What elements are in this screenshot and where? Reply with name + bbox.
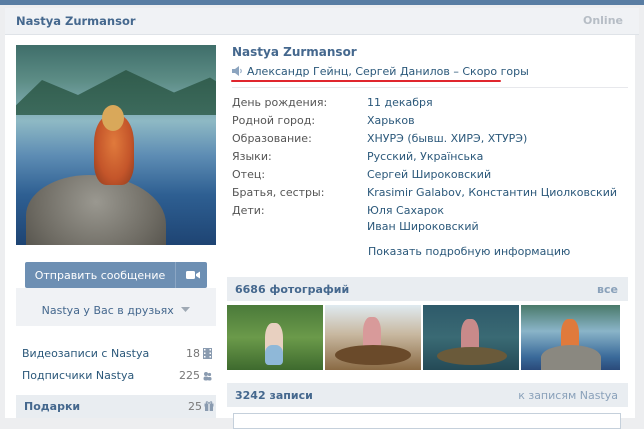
new-post-input[interactable] [233,413,621,429]
posts-title: 3242 записи [235,389,313,402]
birthday-value[interactable]: 11 декабря [367,96,433,109]
send-message-label: Отправить сообщение [34,269,166,282]
speaker-icon [232,66,242,76]
dropdown-arrow-icon [181,307,191,312]
subscribers-label: Подписчики Nastya [22,369,135,382]
gifts-count: 25 [188,400,202,413]
child-value[interactable]: Юля Сахарок [367,204,444,217]
friends-status-label: Nastya у Вас в друзьях [16,304,216,317]
now-playing-text: Александр Гейнц, Сергей Данилов – Скоро … [247,65,529,78]
show-more-info-link[interactable]: Показать подробную информацию [368,245,570,258]
languages-value[interactable]: Русский, Українська [367,150,483,163]
photo-thumbnail[interactable] [521,305,620,370]
video-call-icon[interactable] [185,268,201,282]
info-label: Отец: [232,168,266,181]
button-separator [175,262,176,288]
photo-boat [335,345,411,365]
friends-status-button[interactable]: Nastya у Вас в друзьях [16,288,216,326]
hometown-value[interactable]: Харьков [367,114,415,127]
photos-title: 6686 фотографий [235,283,350,296]
education-value[interactable]: ХНУРЭ (бывш. ХИРЭ, ХТУРЭ) [367,132,527,145]
avatar-rock [26,175,166,245]
info-label: День рождения: [232,96,328,109]
online-status: Online [582,14,623,27]
top-bar [0,0,644,5]
people-icon [203,372,212,381]
to-posts-link[interactable]: к записям Nastya [518,389,618,402]
photo-thumbnail[interactable] [227,305,323,370]
info-divider [232,87,628,88]
subscribers-link[interactable]: Подписчики Nastya 225 [22,369,212,385]
gift-icon [204,401,214,411]
child-value[interactable]: Иван Широковский [367,220,479,233]
info-label: Образование: [232,132,312,145]
info-label: Родной город: [232,114,316,127]
profile-name: Nastya Zurmansor [232,45,357,59]
siblings-value[interactable]: Krasimir Galabov, Константин Циолковский [367,186,617,199]
videos-label: Видеозаписи с Nastya [22,347,150,360]
photo-person-legs [265,345,283,365]
info-label: Дети: [232,204,265,217]
send-message-button[interactable]: Отправить сообщение [25,262,207,288]
now-playing-status[interactable]: Александр Гейнц, Сергей Данилов – Скоро … [232,65,529,78]
title-user-name[interactable]: Nastya Zurmansor [16,14,136,28]
profile-avatar[interactable] [16,45,216,245]
subscribers-count: 225 [179,369,200,382]
father-value[interactable]: Сергей Широковский [367,168,491,181]
info-label: Языки: [232,150,272,163]
avatar-hair [102,105,124,131]
profile-title-bar: Nastya Zurmansor Online [5,8,639,35]
gifts-header[interactable]: Подарки 25 [16,395,216,418]
info-label: Братья, сестры: [232,186,325,199]
photos-all-link[interactable]: все [597,283,618,296]
photo-boat [437,347,507,365]
photo-thumbnail[interactable] [423,305,519,370]
gifts-label: Подарки [24,400,81,413]
photo-thumbnail[interactable] [325,305,421,370]
film-icon [203,348,212,359]
videos-count: 18 [186,347,200,360]
highlight-underline [231,80,501,82]
photos-header[interactable]: 6686 фотографий все [227,277,628,301]
profile-page: Отправить сообщение Nastya у Вас в друзь… [5,35,635,429]
videos-link[interactable]: Видеозаписи с Nastya 18 [22,347,212,363]
photo-rock [541,345,601,370]
posts-header[interactable]: 3242 записи к записям Nastya [227,383,628,407]
